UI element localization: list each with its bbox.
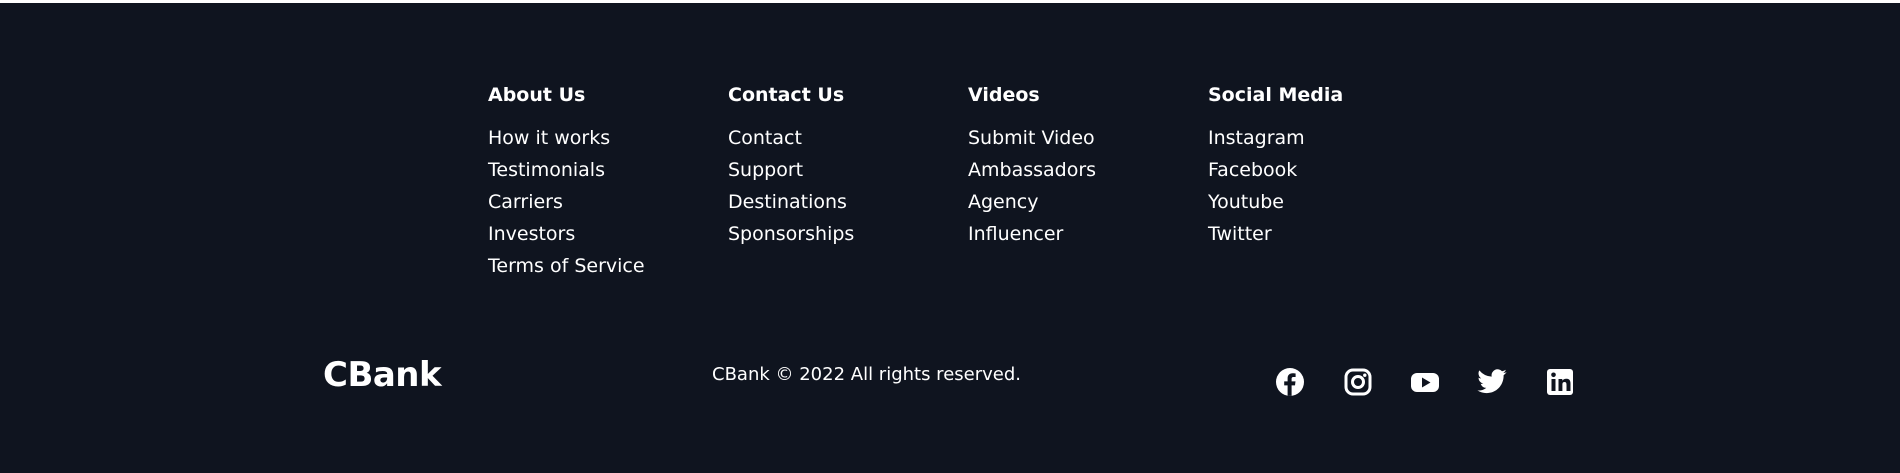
column-heading: About Us	[488, 84, 586, 106]
instagram-icon[interactable]	[1342, 366, 1374, 398]
twitter-icon[interactable]	[1476, 366, 1508, 398]
link-list: Contact Support Destinations Sponsorship…	[728, 122, 968, 250]
footer-link-carriers[interactable]: Carriers	[488, 186, 728, 218]
youtube-icon[interactable]	[1409, 366, 1441, 398]
footer-column-about: About Us How it works Testimonials Carri…	[488, 83, 728, 282]
facebook-icon[interactable]	[1274, 366, 1306, 398]
footer-link-facebook[interactable]: Facebook	[1208, 154, 1448, 186]
link-list: Instagram Facebook Youtube Twitter	[1208, 122, 1448, 250]
footer-link-agency[interactable]: Agency	[968, 186, 1208, 218]
footer-link-ambassadors[interactable]: Ambassadors	[968, 154, 1208, 186]
footer-link-instagram[interactable]: Instagram	[1208, 122, 1448, 154]
footer-link-how-it-works[interactable]: How it works	[488, 122, 728, 154]
footer-column-contact: Contact Us Contact Support Destinations …	[728, 83, 968, 250]
footer-link-contact[interactable]: Contact	[728, 122, 968, 154]
column-heading: Contact Us	[728, 84, 845, 106]
link-list: Submit Video Ambassadors Agency Influenc…	[968, 122, 1208, 250]
footer-link-youtube[interactable]: Youtube	[1208, 186, 1448, 218]
footer-link-influencer[interactable]: Influencer	[968, 218, 1208, 250]
column-heading: Videos	[968, 84, 1040, 106]
column-heading: Social Media	[1208, 84, 1344, 106]
footer-link-destinations[interactable]: Destinations	[728, 186, 968, 218]
brand-logo[interactable]: CBank	[323, 353, 442, 397]
site-footer: About Us How it works Testimonials Carri…	[0, 3, 1900, 473]
footer-link-submit-video[interactable]: Submit Video	[968, 122, 1208, 154]
footer-link-support[interactable]: Support	[728, 154, 968, 186]
copyright-text: CBank © 2022 All rights reserved.	[712, 364, 1021, 385]
linkedin-icon[interactable]	[1544, 366, 1576, 398]
footer-link-sponsorships[interactable]: Sponsorships	[728, 218, 968, 250]
footer-link-terms[interactable]: Terms of Service	[488, 250, 728, 282]
footer-column-social: Social Media Instagram Facebook Youtube …	[1208, 83, 1448, 250]
link-list: How it works Testimonials Carriers Inves…	[488, 122, 728, 282]
footer-link-twitter[interactable]: Twitter	[1208, 218, 1448, 250]
footer-link-investors[interactable]: Investors	[488, 218, 728, 250]
footer-column-videos: Videos Submit Video Ambassadors Agency I…	[968, 83, 1208, 250]
footer-link-testimonials[interactable]: Testimonials	[488, 154, 728, 186]
